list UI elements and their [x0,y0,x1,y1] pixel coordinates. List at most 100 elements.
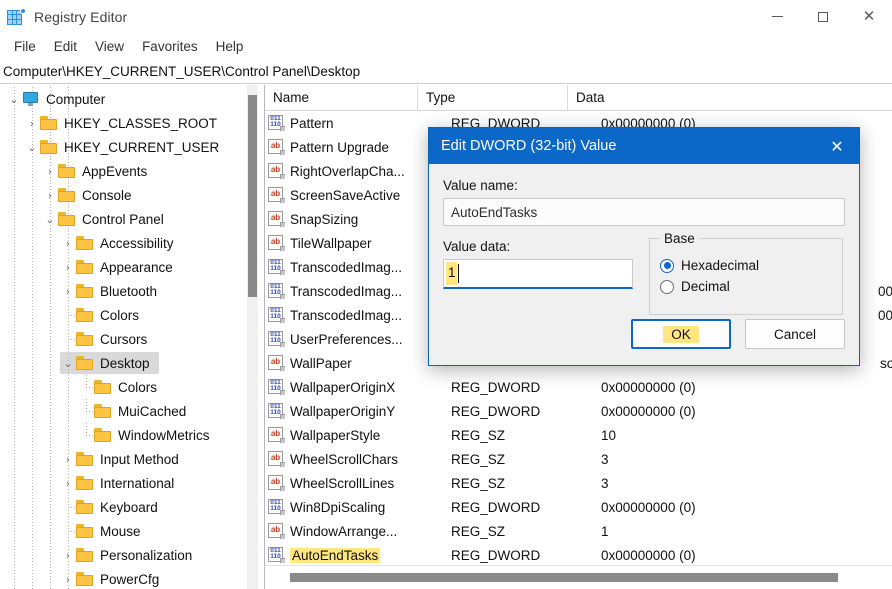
tree-item-muicached[interactable]: MuiCached [0,399,264,423]
menu-edit[interactable]: Edit [45,36,86,57]
chevron-right-icon[interactable]: › [60,549,76,562]
folder-icon [94,404,112,418]
chevron-right-icon[interactable]: › [60,261,76,274]
tree-item-desktop[interactable]: ⌄ Desktop [0,351,264,375]
table-row[interactable]: 011 110 Win8DpiScaling REG_DWORD 0x00000000 … [265,495,892,519]
tree-item-colors[interactable]: Colors [0,375,264,399]
chevron-right-icon[interactable]: › [60,477,76,490]
tree-item-colors[interactable]: Colors [0,303,264,327]
maximize-button[interactable] [800,0,846,33]
table-row[interactable]: ab WindowArrange... REG_SZ 1 [265,519,892,543]
value-type-cell: REG_DWORD [451,403,541,419]
tree-connector [86,423,94,447]
chevron-down-icon[interactable]: ⌄ [6,93,22,106]
tree-item-keyboard[interactable]: Keyboard [0,495,264,519]
tree-item-cursors[interactable]: Cursors [0,327,264,351]
tree-guide-line [50,87,51,589]
table-row[interactable]: ab WheelScrollChars REG_SZ 3 [265,447,892,471]
value-data-field[interactable]: 1 [443,259,633,289]
tree-item-hkey-current-user[interactable]: ⌄ HKEY_CURRENT_USER [0,135,264,159]
dialog-title: Edit DWORD (32-bit) Value [441,138,617,154]
tree-vertical-scrollbar[interactable] [247,85,258,589]
folder-icon [76,476,94,490]
tree-item-appearance[interactable]: › Appearance [0,255,264,279]
cancel-button[interactable]: Cancel [745,319,845,349]
column-header-data[interactable]: Data [568,85,892,111]
tree-item-accessibility[interactable]: › Accessibility [0,231,264,255]
tree-item-hkey-classes-root[interactable]: › HKEY_CLASSES_ROOT [0,111,264,135]
value-data-cell: 3 [601,475,609,491]
value-name-cell: Pattern [290,115,334,131]
tree-item-label: HKEY_CURRENT_USER [64,139,220,155]
tree-item-powercfg[interactable]: › PowerCfg [0,567,264,589]
folder-icon [40,116,58,130]
value-name-cell: TranscodedImag... [290,307,403,323]
tree-item-computer[interactable]: ⌄ Computer [0,87,264,111]
value-data-cell: 0x00000000 (0) [601,403,696,419]
table-row[interactable]: 011 110 WallpaperOriginY REG_DWORD 0x0000000… [265,399,892,423]
chevron-right-icon[interactable]: › [60,453,76,466]
chevron-right-icon[interactable]: › [60,573,76,586]
registry-tree-pane[interactable]: ⌄ Computer › HKEY_CLASSES_ROOT ⌄ HKEY_CURRENT… [0,85,265,589]
ok-button[interactable]: OK [631,319,731,349]
folder-icon [40,140,58,154]
dword-value-icon: 011 110 [268,499,285,515]
column-header-type[interactable]: Type [418,85,568,111]
tree-guide-line [14,87,15,589]
values-column-headers: Name Type Data [265,85,892,111]
menu-help[interactable]: Help [207,36,253,57]
minimize-button[interactable] [754,0,800,33]
menu-file[interactable]: File [5,36,45,57]
dword-value-icon: 011 110 [268,115,285,131]
close-button[interactable]: ✕ [846,0,892,33]
radio-decimal-indicator[interactable] [660,279,674,294]
radio-decimal[interactable]: Decimal [660,279,832,294]
value-name-input[interactable] [443,198,845,226]
table-row[interactable]: ab WallpaperStyle REG_SZ 10 [265,423,892,447]
chevron-down-icon[interactable]: ⌄ [60,357,76,370]
chevron-right-icon[interactable]: › [42,165,58,178]
tree-item-label: MuiCached [118,403,187,419]
tree-item-label: Colors [118,379,158,395]
edit-dword-dialog: Edit DWORD (32-bit) Value ✕ Value name: … [428,127,860,366]
value-name-cell: RightOverlapCha... [290,163,405,179]
values-horizontal-scrollbar[interactable] [265,565,892,589]
address-bar[interactable]: Computer\HKEY_CURRENT_USER\Control Panel… [0,60,892,84]
chevron-down-icon[interactable]: ⌄ [24,141,40,154]
tree-item-label: WindowMetrics [118,427,210,443]
chevron-right-icon[interactable]: › [24,117,40,130]
tree-scrollbar-thumb[interactable] [248,95,257,297]
tree-item-personalization[interactable]: › Personalization [0,543,264,567]
string-value-icon: ab [268,211,285,227]
tree-item-bluetooth[interactable]: › Bluetooth [0,279,264,303]
dialog-close-icon[interactable]: ✕ [815,128,859,164]
tree-item-windowmetrics[interactable]: WindowMetrics [0,423,264,447]
tree-item-international[interactable]: › International [0,471,264,495]
radio-hexadecimal[interactable]: Hexadecimal [660,258,832,273]
tree-item-control-panel[interactable]: ⌄ Control Panel [0,207,264,231]
chevron-right-icon[interactable]: › [60,237,76,250]
ok-button-label: OK [663,325,699,343]
table-row[interactable]: 011 110 WallpaperOriginX REG_DWORD 0x0000000… [265,375,892,399]
value-name-cell: SnapSizing [290,211,359,227]
dword-value-icon: 011 110 [268,547,285,563]
values-scrollbar-thumb[interactable] [290,573,838,582]
value-type-cell: REG_SZ [451,475,506,491]
tree-item-mouse[interactable]: Mouse [0,519,264,543]
chevron-right-icon[interactable]: › [60,285,76,298]
column-header-name[interactable]: Name [265,85,418,111]
chevron-right-icon[interactable]: › [42,189,58,202]
radio-hexadecimal-indicator[interactable] [660,258,674,273]
menu-favorites[interactable]: Favorites [133,36,207,57]
chevron-down-icon[interactable]: ⌄ [42,213,58,226]
tree-item-console[interactable]: › Console [0,183,264,207]
tree-connector [86,375,94,399]
tree-item-label: AppEvents [82,163,148,179]
folder-icon [76,308,94,322]
tree-item-input-method[interactable]: › Input Method [0,447,264,471]
table-row[interactable]: ab WheelScrollLines REG_SZ 3 [265,471,892,495]
table-row[interactable]: 011 110 AutoEndTasks REG_DWORD 0x00000000 (0… [265,543,892,567]
menu-view[interactable]: View [86,36,133,57]
value-type-cell: REG_SZ [451,427,506,443]
tree-item-appevents[interactable]: › AppEvents [0,159,264,183]
